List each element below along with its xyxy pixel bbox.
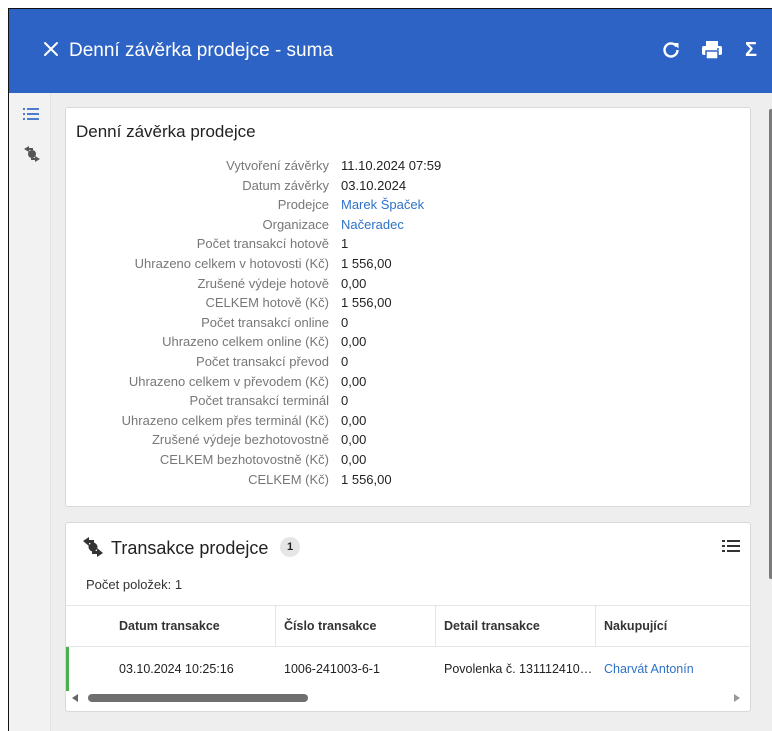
field-row: Počet transakcí převod 0 xyxy=(66,352,752,372)
field-label: Uhrazeno celkem přes terminál (Kč) xyxy=(121,412,329,428)
field-row: Uhrazeno celkem v převodem (Kč) 0,00 xyxy=(66,372,752,392)
field-value: 0,00 xyxy=(341,334,367,350)
table-row[interactable]: 03.10.2024 10:25:16 1006-241003-6-1 Povo… xyxy=(66,647,750,691)
field-row: Datum závěrky 03.10.2024 xyxy=(66,176,752,196)
field-label: CELKEM (Kč) xyxy=(248,471,329,487)
column-header-date[interactable]: Datum transakce xyxy=(66,606,276,646)
field-value: 1 xyxy=(341,236,349,252)
field-value: 03.10.2024 xyxy=(341,177,407,193)
header-bar: Denní závěrka prodejce - suma Σ xyxy=(9,9,772,93)
field-row: Počet transakcí terminál 0 xyxy=(66,391,752,411)
field-label: Počet transakcí převod xyxy=(196,353,329,369)
field-label: CELKEM hotově (Kč) xyxy=(205,295,329,311)
app-window: Denní závěrka prodejce - suma Σ Denní zá… xyxy=(8,8,772,731)
cell-date: 03.10.2024 10:25:16 xyxy=(119,662,234,676)
field-row: Zrušené výdeje hotově 0,00 xyxy=(66,274,752,294)
summary-card: Denní závěrka prodejce Vytvoření závěrky… xyxy=(65,107,751,507)
sigma-icon[interactable]: Σ xyxy=(740,39,762,61)
refresh-icon[interactable] xyxy=(660,39,682,61)
item-count: Počet položek: 1 xyxy=(86,577,183,592)
field-value: 0,00 xyxy=(341,373,367,389)
field-label: Počet transakcí hotově xyxy=(196,236,329,252)
scroll-right-icon[interactable] xyxy=(734,694,740,702)
transactions-table: Datum transakce Číslo transakce Detail t… xyxy=(66,605,750,691)
transactions-card: Transakce prodejce 1 Počet položek: 1 Da… xyxy=(65,522,751,712)
table-header: Datum transakce Číslo transakce Detail t… xyxy=(66,605,750,647)
field-row: Vytvoření závěrky 11.10.2024 07:59 xyxy=(66,156,752,176)
field-value: 0,00 xyxy=(341,412,367,428)
transactions-icon[interactable] xyxy=(22,145,40,163)
column-header-number[interactable]: Číslo transakce xyxy=(276,606,436,646)
field-value: 0 xyxy=(341,353,349,369)
field-label: Zrušené výdeje bezhotovostně xyxy=(151,432,329,448)
field-label: Počet transakcí terminál xyxy=(189,393,329,409)
seller-link[interactable]: Marek Špaček xyxy=(341,195,424,215)
field-row: Uhrazeno celkem v hotovosti (Kč) 1 556,00 xyxy=(66,254,752,274)
transactions-title: Transakce prodejce xyxy=(111,538,269,558)
field-label: Organizace xyxy=(262,216,329,232)
field-label: Prodejce xyxy=(277,197,329,213)
page-title: Denní závěrka prodejce - suma xyxy=(69,40,334,61)
cell-number: 1006-241003-6-1 xyxy=(284,662,380,676)
field-row: CELKEM hotově (Kč) 1 556,00 xyxy=(66,293,752,313)
list-icon[interactable] xyxy=(23,107,41,125)
organization-link[interactable]: Načeradec xyxy=(341,215,404,235)
horizontal-scrollbar[interactable] xyxy=(66,691,750,705)
field-label: Počet transakcí online xyxy=(201,314,329,330)
list-menu-icon[interactable] xyxy=(722,539,740,555)
field-label: Datum závěrky xyxy=(242,177,329,193)
count-badge: 1 xyxy=(280,537,300,557)
field-label: Uhrazeno celkem online (Kč) xyxy=(162,334,329,350)
field-label: Vytvoření závěrky xyxy=(226,158,329,173)
summary-fields: Vytvoření závěrky 11.10.2024 07:59 Datum … xyxy=(66,156,752,489)
field-label: CELKEM bezhotovostně (Kč) xyxy=(159,451,329,467)
field-row: Uhrazeno celkem přes terminál (Kč) 0,00 xyxy=(66,411,752,431)
field-row: Zrušené výdeje bezhotovostně 0,00 xyxy=(66,430,752,450)
field-row: Prodejce Marek Špaček xyxy=(66,195,752,215)
field-row: Počet transakcí online 0 xyxy=(66,313,752,333)
field-row: CELKEM (Kč) 1 556,00 xyxy=(66,470,752,490)
summary-title: Denní závěrka prodejce xyxy=(76,122,256,141)
field-value: 1 556,00 xyxy=(341,255,392,271)
transactions-icon xyxy=(82,537,104,557)
column-header-buyer[interactable]: Nakupující xyxy=(596,606,750,646)
scroll-left-icon[interactable] xyxy=(72,694,78,702)
field-value: 0,00 xyxy=(341,275,367,291)
sidebar xyxy=(9,93,51,731)
field-label: Uhrazeno celkem v převodem (Kč) xyxy=(128,373,329,389)
content-area: Denní závěrka prodejce Vytvoření závěrky… xyxy=(51,93,772,731)
field-row: Uhrazeno celkem online (Kč) 0,00 xyxy=(66,332,752,352)
column-header-detail[interactable]: Detail transakce xyxy=(436,606,596,646)
field-value: 0,00 xyxy=(341,451,367,467)
scrollbar-thumb[interactable] xyxy=(88,694,308,702)
buyer-link[interactable]: Charvát Antonín xyxy=(596,647,750,691)
field-label: Zrušené výdeje hotově xyxy=(197,275,329,291)
print-icon[interactable] xyxy=(701,39,723,61)
cell-detail: Povolenka č. 131112410030001 xyxy=(444,662,596,676)
field-row: CELKEM bezhotovostně (Kč) 0,00 xyxy=(66,450,752,470)
field-label: Uhrazeno celkem v hotovosti (Kč) xyxy=(134,255,329,271)
field-value: 0,00 xyxy=(341,432,367,448)
close-icon[interactable] xyxy=(41,39,61,59)
field-value: 11.10.2024 07:59 xyxy=(341,158,442,173)
field-row: Organizace Načeradec xyxy=(66,215,752,235)
field-value: 1 556,00 xyxy=(341,471,392,487)
field-value: 1 556,00 xyxy=(341,295,392,311)
field-value: 0 xyxy=(341,314,349,330)
field-row: Počet transakcí hotově 1 xyxy=(66,234,752,254)
field-value: 0 xyxy=(341,393,349,409)
